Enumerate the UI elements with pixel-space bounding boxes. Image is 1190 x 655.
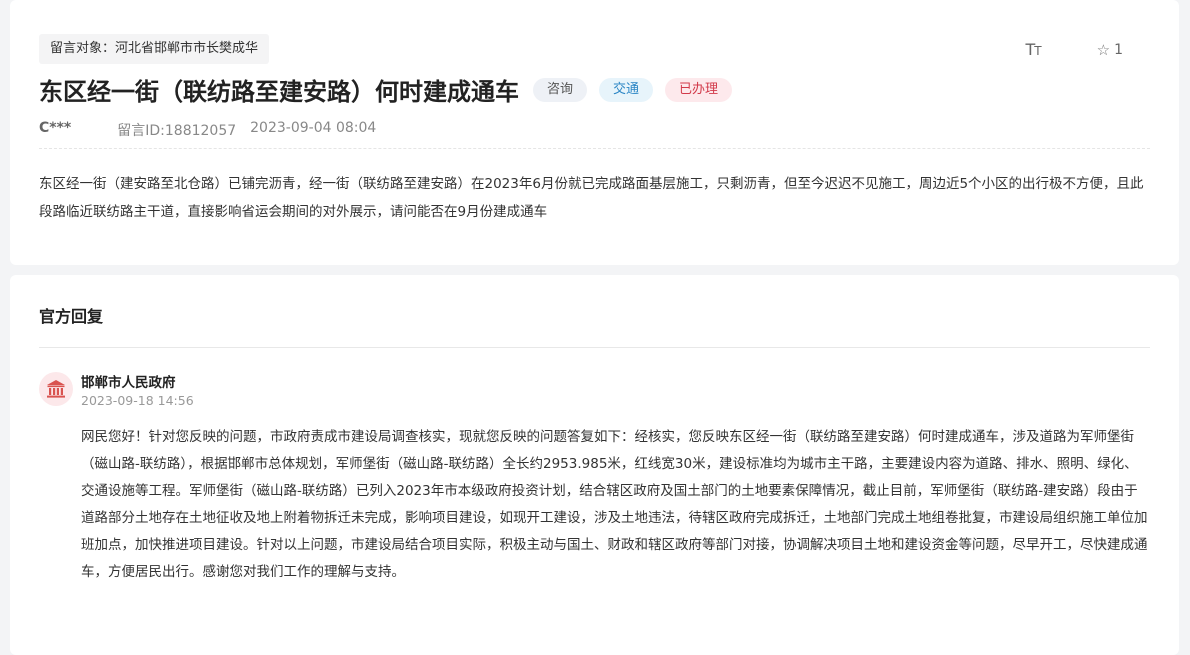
star-outline-icon: ☆ [1096,40,1111,59]
reply-content: 网民您好！针对您反映的问题，市政府责成市建设局调查核实，现就您反映的问题答复如下… [81,429,1148,580]
message-toolbar: TT ☆ 1 [1026,40,1124,59]
font-size-icon[interactable]: TT [1026,40,1042,59]
department-name: 邯郸市人民政府 [81,375,176,391]
message-card: 留言对象：河北省邯郸市市长樊成华 TT ☆ 1 东区经一街（联纺路至建安路）何时… [10,0,1179,265]
favorite-button[interactable]: ☆ 1 [1097,41,1123,59]
title-row: 东区经一街（联纺路至建安路）何时建成通车 咨询 交通 已办理 [39,72,733,107]
reply-datetime: 2023-09-18 14:56 [81,393,194,408]
official-reply-card: 官方回复 邯郸市人民政府 2023-09-18 14:56 网民您好！针对您反映… [10,275,1179,655]
category-tag: 咨询 [533,77,588,102]
avatar [39,372,73,406]
message-title: 东区经一街（联纺路至建安路）何时建成通车 [39,78,519,106]
reply-heading: 官方回复 [39,307,104,326]
topic-tag: 交通 [599,77,654,102]
author-name: C*** [39,120,72,136]
government-building-icon [47,380,65,398]
message-id: 留言ID:18812057 [117,123,237,139]
favorite-count: 1 [1114,41,1123,58]
status-badge: 已办理 [665,77,733,102]
divider [39,148,1150,149]
divider [39,347,1150,348]
message-datetime: 2023-09-04 08:04 [250,120,377,136]
message-content: 东区经一街（建安路至北仓路）已铺完沥青，经一街（联纺路至建安路）在2023年6月… [39,176,1144,220]
message-meta: C*** 留言ID:18812057 2023-09-04 08:04 [39,120,376,140]
message-target-tag: 留言对象：河北省邯郸市市长樊成华 [39,34,270,64]
